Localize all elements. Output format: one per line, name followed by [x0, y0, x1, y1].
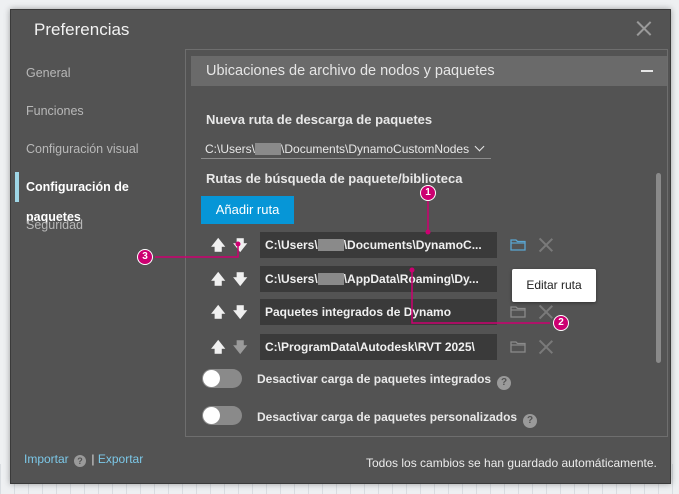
- callout-badge: 3: [137, 249, 153, 265]
- callout-lines: [155, 200, 550, 324]
- callout-badge: 2: [553, 315, 569, 331]
- callout-badge: 1: [420, 185, 436, 201]
